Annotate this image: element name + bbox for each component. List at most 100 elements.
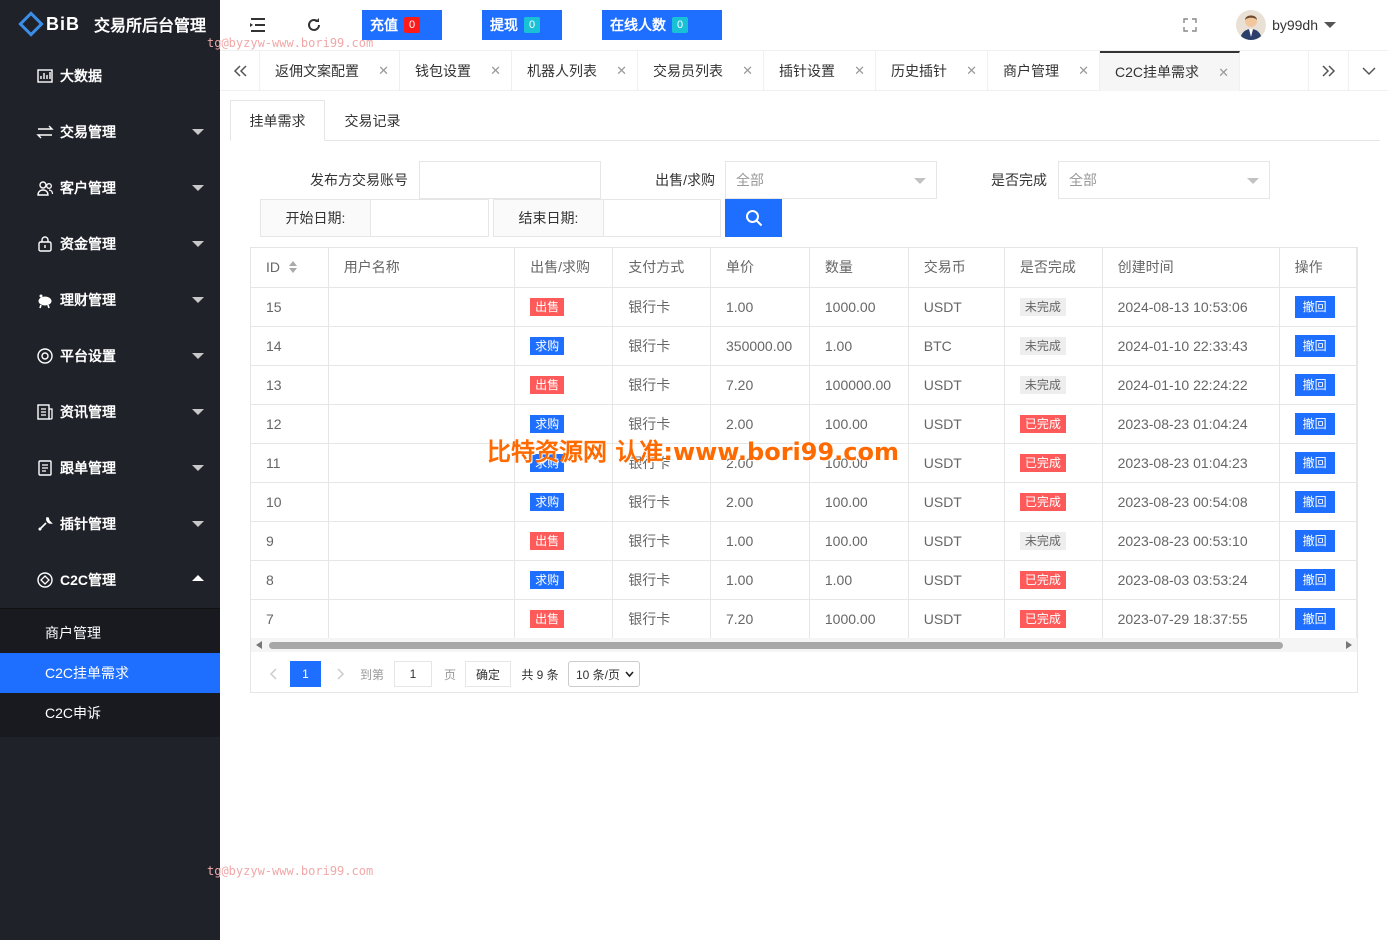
withdraw-button[interactable]: 撤回 — [1294, 295, 1335, 318]
status-badge: 未完成 — [1019, 375, 1066, 394]
done-filter-label: 是否完成 — [991, 172, 1047, 188]
tab-label: 机器人列表 — [527, 63, 597, 79]
cell-time: 2024-08-13 10:53:06 — [1102, 287, 1280, 327]
fullscreen-icon[interactable] — [1180, 15, 1200, 35]
sidebar-item-8[interactable]: 插针管理 — [0, 496, 220, 552]
tabs-menu-chevron-down-icon[interactable] — [1348, 51, 1388, 91]
withdraw-button[interactable]: 撤回 — [1294, 334, 1335, 357]
sidebar-item-9[interactable]: C2C管理 — [0, 552, 220, 608]
sidebar-item-6[interactable]: 资讯管理 — [0, 384, 220, 440]
sidebar-item-label: 客户管理 — [60, 180, 116, 196]
tab-3[interactable]: 交易员列表 ✕ — [638, 51, 764, 91]
user-menu[interactable]: by99dh — [1236, 10, 1336, 40]
tab-5[interactable]: 历史插针 ✕ — [876, 51, 988, 91]
withdraw-button[interactable]: 撤回 — [1294, 412, 1335, 435]
cell-user — [328, 560, 516, 600]
sidebar-item-5[interactable]: 平台设置 — [0, 328, 220, 384]
scrollbar-thumb[interactable] — [269, 642, 1283, 649]
sidebar-item-7[interactable]: 跟单管理 — [0, 440, 220, 496]
close-icon[interactable]: ✕ — [616, 63, 627, 79]
subtab-trade-records[interactable]: 交易记录 — [325, 100, 420, 141]
type-filter-select[interactable]: 全部 — [725, 161, 937, 199]
sidebar-item-3[interactable]: 资金管理 — [0, 216, 220, 272]
cell-pay: 银行卡 — [612, 560, 711, 600]
sidebar-item-label: 平台设置 — [60, 348, 116, 364]
done-filter-select[interactable]: 全部 — [1058, 161, 1270, 199]
cell-qty: 1000.00 — [809, 599, 909, 639]
close-icon[interactable]: ✕ — [490, 63, 501, 79]
page-size-select[interactable]: 10 条/页 — [568, 661, 640, 687]
tab-6[interactable]: 商户管理 ✕ — [988, 51, 1100, 91]
tab-2[interactable]: 机器人列表 ✕ — [512, 51, 638, 91]
tab-1[interactable]: 钱包设置 ✕ — [400, 51, 512, 91]
withdraw-button[interactable]: 撤回 — [1294, 373, 1335, 396]
close-icon[interactable]: ✕ — [854, 63, 865, 79]
cell-text: 11 — [266, 454, 281, 471]
type-badge: 求购 — [530, 570, 565, 589]
close-icon[interactable]: ✕ — [1078, 63, 1089, 79]
withdraw-button[interactable]: 撤回 — [1294, 451, 1335, 474]
cell-text: 2.00 — [726, 493, 754, 510]
cell-text: 350000.00 — [726, 337, 793, 354]
tab-0[interactable]: 返佣文案配置 ✕ — [260, 51, 400, 91]
close-icon[interactable]: ✕ — [966, 63, 977, 79]
cell-qty: 1.00 — [809, 560, 909, 600]
stat-button-1[interactable]: 提现 0 — [482, 10, 562, 40]
end-date-input[interactable] — [604, 200, 720, 236]
withdraw-button[interactable]: 撤回 — [1294, 607, 1335, 630]
sidebar-item-2[interactable]: 客户管理 — [0, 160, 220, 216]
stat-button-0[interactable]: 充值 0 — [362, 10, 442, 40]
close-icon[interactable]: ✕ — [378, 63, 389, 79]
withdraw-button[interactable]: 撤回 — [1294, 490, 1335, 513]
tabs-scroll-left-icon[interactable] — [220, 51, 260, 91]
withdraw-button[interactable]: 撤回 — [1294, 529, 1335, 552]
chevron-down-icon — [192, 409, 204, 415]
withdraw-button[interactable]: 撤回 — [1294, 568, 1335, 591]
prev-page-icon[interactable] — [263, 661, 283, 687]
stat-button-2[interactable]: 在线人数 0 — [602, 10, 722, 40]
submenu-item-0[interactable]: 商户管理 — [0, 613, 220, 653]
next-page-icon[interactable] — [331, 661, 351, 687]
horizontal-scrollbar[interactable] — [251, 638, 1357, 652]
goto-confirm-button[interactable]: 确定 — [465, 661, 511, 687]
cell-type: 求购 — [514, 482, 614, 522]
tab-4[interactable]: 插针设置 ✕ — [764, 51, 876, 91]
done-filter-value: 全部 — [1069, 172, 1097, 188]
tabs-scroll-right-icon[interactable] — [1308, 51, 1348, 91]
table-row: 15 出售 银行卡 1.00 1000.00 USDT 未完成 2024-08-13 10:5… — [251, 287, 1357, 327]
submenu-item-2[interactable]: C2C申诉 — [0, 693, 220, 733]
subtab-orders[interactable]: 挂单需求 — [230, 100, 325, 141]
account-filter-input[interactable] — [419, 161, 601, 199]
menu-toggle-icon[interactable] — [248, 15, 268, 35]
sidebar-item-4[interactable]: 理财管理 — [0, 272, 220, 328]
cell-price: 7.20 — [710, 365, 810, 405]
tab-7[interactable]: C2C挂单需求 ✕ — [1100, 51, 1240, 91]
cell-text: 7.20 — [726, 610, 754, 627]
cell-op: 撤回 — [1279, 482, 1357, 522]
start-date-input[interactable] — [371, 200, 488, 236]
overlay-watermark: 比特资源网 认准:www.bori99.com — [487, 438, 900, 466]
sidebar-item-1[interactable]: 交易管理 — [0, 104, 220, 160]
sort-icon[interactable] — [288, 260, 298, 276]
avatar — [1236, 10, 1267, 40]
cell-text: 2023-08-03 03:53:24 — [1117, 571, 1248, 588]
column-header-label: 创建时间 — [1117, 259, 1174, 276]
sidebar-item-0[interactable]: 大数据 — [0, 48, 220, 104]
column-header-0[interactable]: ID — [251, 248, 329, 288]
search-button[interactable] — [725, 199, 782, 237]
scroll-left-icon[interactable] — [256, 641, 262, 649]
refresh-icon[interactable] — [304, 15, 324, 35]
cell-op: 撤回 — [1279, 560, 1357, 600]
submenu-item-1[interactable]: C2C挂单需求 — [0, 653, 220, 693]
table-row: 10 求购 银行卡 2.00 100.00 USDT 已完成 2023-08-23 00:54… — [251, 482, 1357, 522]
page-1-button[interactable]: 1 — [290, 661, 321, 687]
type-badge: 出售 — [530, 531, 565, 550]
goto-page-input[interactable] — [394, 661, 432, 687]
logo[interactable]: BiB 交易所后台管理 — [0, 0, 220, 48]
close-icon[interactable]: ✕ — [1218, 65, 1229, 81]
close-icon[interactable]: ✕ — [742, 63, 753, 79]
chevron-down-icon — [192, 521, 204, 527]
cell-user — [328, 599, 516, 639]
scroll-right-icon[interactable] — [1346, 641, 1352, 649]
table-row: 13 出售 银行卡 7.20 100000.00 USDT 未完成 2024-01-10 22… — [251, 365, 1357, 405]
